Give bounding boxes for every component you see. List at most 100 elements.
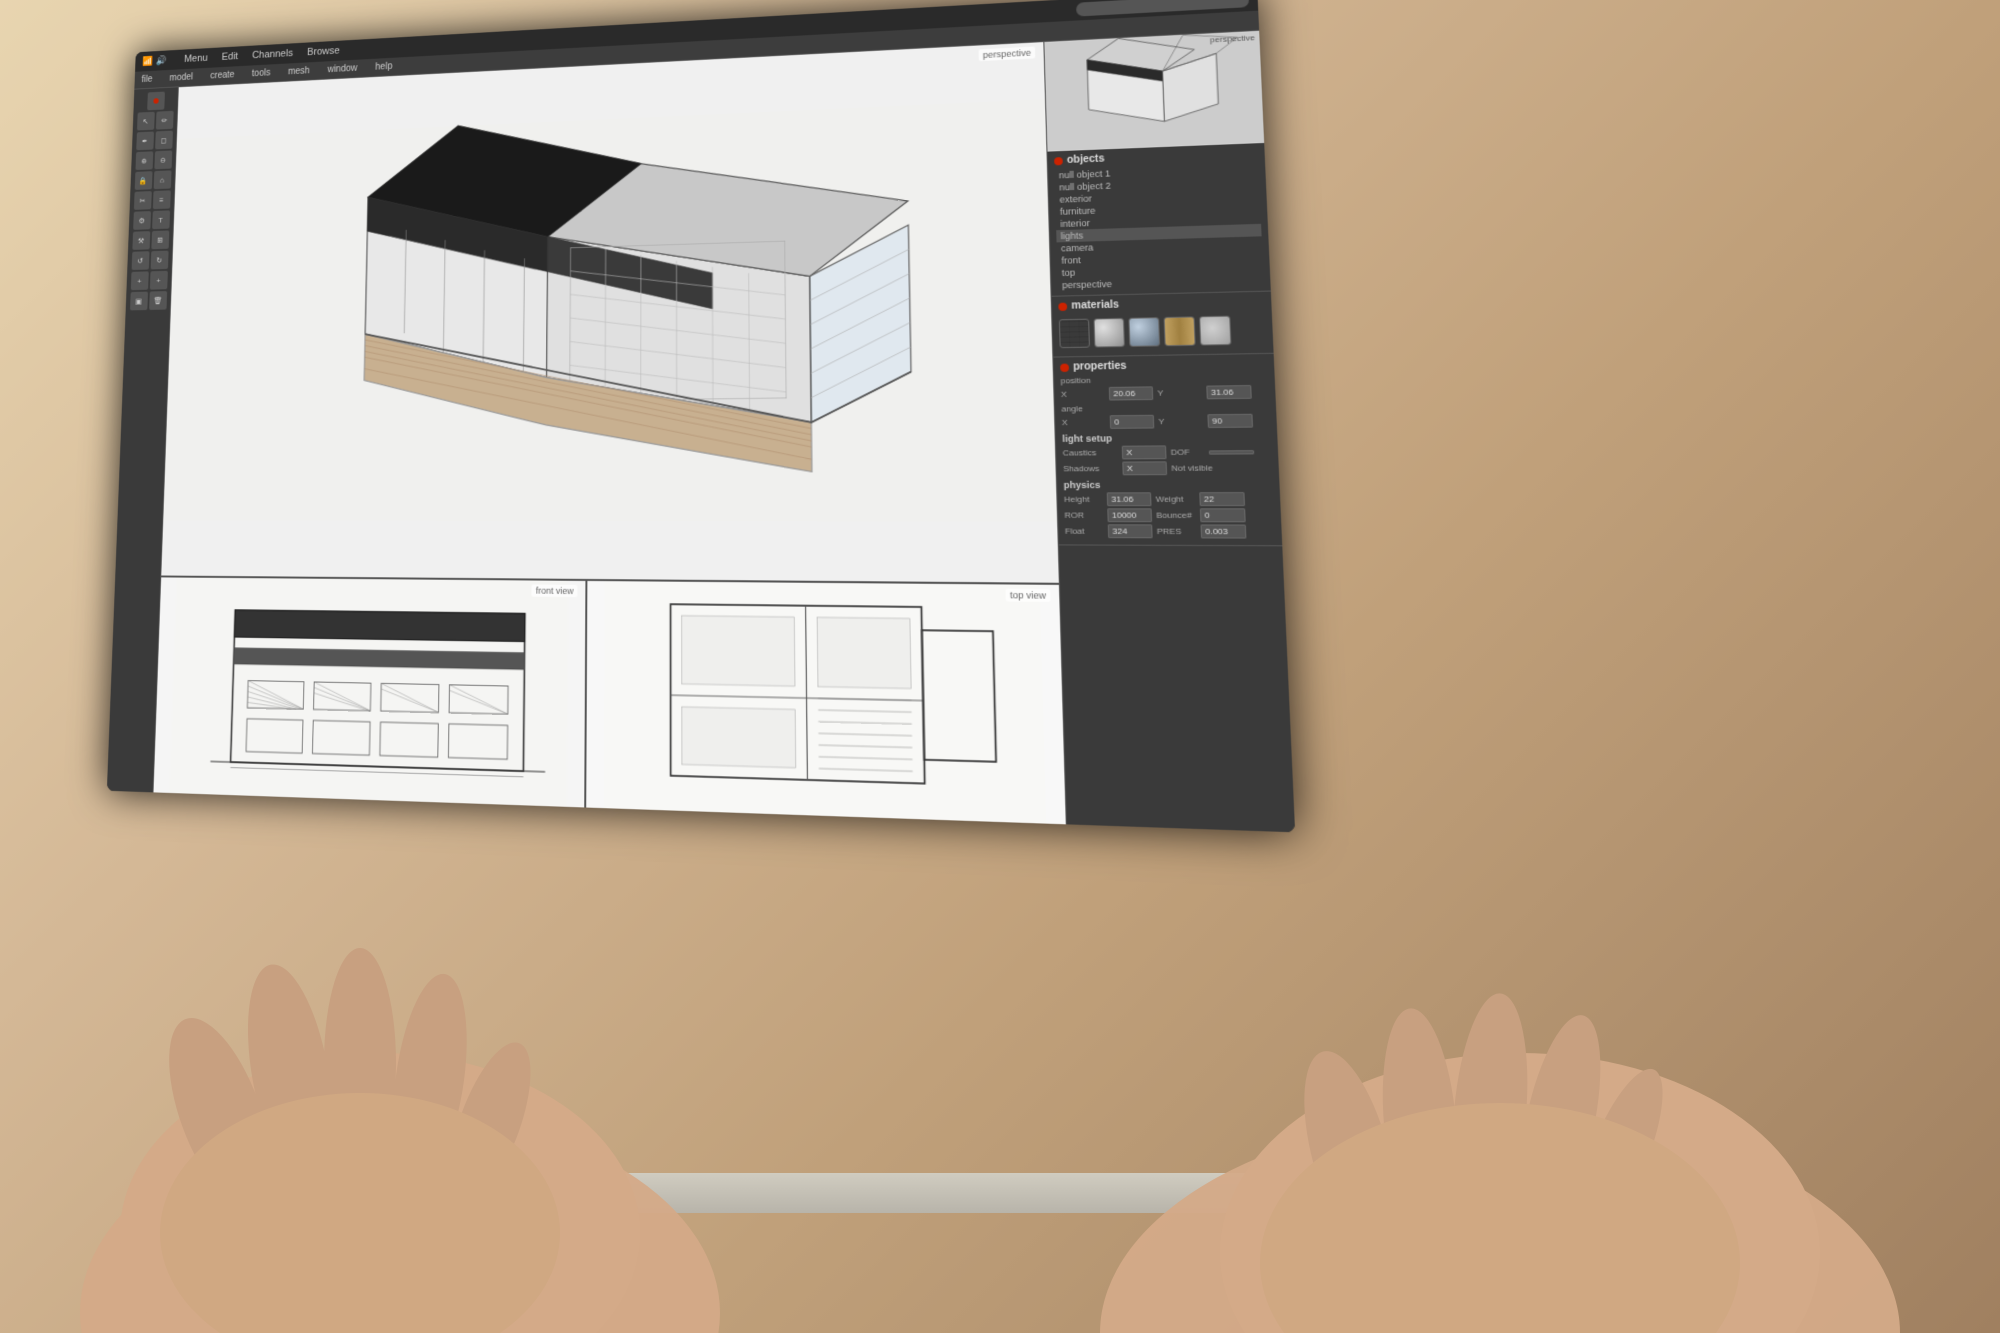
float-value[interactable]: 324 (1108, 524, 1153, 538)
list-tool[interactable]: ≡ (152, 190, 170, 209)
swatch-glass[interactable] (1128, 317, 1160, 347)
pen-tool[interactable]: ✒ (136, 132, 154, 151)
mini-preview: perspective (1044, 31, 1264, 152)
menu-help[interactable]: help (375, 61, 392, 72)
record-button[interactable] (147, 92, 165, 111)
front-view-svg (154, 577, 586, 807)
image-tool[interactable]: ▣ (130, 292, 148, 311)
objects-section: objects null object 1 null object 2 exte… (1048, 143, 1271, 297)
angle-y-label: Y (1158, 416, 1203, 426)
text-tool[interactable]: T (152, 210, 170, 229)
laptop-bottom-bezel (180, 1173, 1380, 1213)
pres-label: PRES (1157, 526, 1197, 536)
physics-row2: ROR 10000 Bounce# 0 (1064, 508, 1274, 522)
materials-swatches (1059, 311, 1267, 353)
ror-label: ROR (1064, 510, 1103, 520)
menu-tools[interactable]: tools (252, 68, 271, 79)
materials-section: materials (1052, 292, 1274, 358)
app-ui: 📶 🔊 Menu Edit Channels Browse file model… (107, 0, 1295, 832)
menu-item-menu[interactable]: Menu (184, 53, 208, 65)
physics-row1: Height 31.06 Weight 22 (1064, 492, 1274, 506)
menu-model[interactable]: model (169, 72, 193, 83)
properties-indicator (1060, 363, 1069, 371)
viewport-area: perspective (154, 42, 1066, 824)
ror-value[interactable]: 10000 (1107, 508, 1152, 522)
materials-header: materials (1058, 296, 1265, 312)
shadows-row: Shadows X Not visible (1063, 461, 1272, 476)
height-value[interactable]: 31.06 (1107, 492, 1152, 506)
menu-window[interactable]: window (327, 63, 357, 75)
cut-tool[interactable]: ✂ (133, 191, 151, 210)
light-setup-header: light setup (1062, 432, 1271, 444)
weight-label: Weight (1156, 494, 1196, 504)
swatch-wood[interactable] (1164, 316, 1196, 346)
materials-indicator (1058, 302, 1067, 310)
shadows-value[interactable]: X (1122, 461, 1167, 475)
viewport-bottom-row: front view (154, 577, 1066, 824)
gear-tool[interactable]: ⚙ (133, 211, 151, 230)
viewport-front[interactable]: front view (154, 577, 588, 807)
shadows-label: Shadows (1063, 464, 1118, 474)
objects-indicator (1054, 157, 1063, 165)
menu-mesh[interactable]: mesh (288, 66, 310, 77)
angle-label: angle (1061, 402, 1269, 414)
caustics-row: Caustics X DOF (1063, 445, 1272, 460)
rotate-tool[interactable]: ↺ (131, 251, 149, 270)
reset-tool[interactable]: ↻ (150, 251, 168, 270)
position-label: position (1060, 373, 1268, 385)
swatch-concrete[interactable] (1199, 316, 1231, 346)
angle-x-label: X (1062, 417, 1106, 427)
swatch-brick[interactable] (1059, 319, 1090, 349)
swatch-metal[interactable] (1093, 318, 1125, 348)
properties-section: properties position X 20.06 Y 31.06 angl… (1053, 354, 1282, 546)
angle-y-value[interactable]: 90 (1207, 414, 1253, 428)
pos-y-label: Y (1157, 388, 1202, 398)
materials-title: materials (1071, 299, 1119, 311)
menu-item-browse[interactable]: Browse (307, 45, 340, 58)
title-bar-icons: 📶 🔊 (142, 55, 167, 66)
shape-tool[interactable]: ◻ (155, 131, 173, 150)
angle-row: X 0 Y 90 (1062, 414, 1270, 430)
properties-header: properties (1060, 358, 1268, 373)
menu-item-channels[interactable]: Channels (252, 48, 293, 61)
edit-tool[interactable]: ✏ (155, 111, 173, 130)
zoom-out-tool[interactable]: ⊖ (154, 150, 172, 169)
grid-tool[interactable]: ⊞ (151, 230, 169, 249)
menu-item-edit[interactable]: Edit (221, 51, 238, 63)
viewport-top[interactable]: top view (586, 581, 1066, 824)
properties-title: properties (1073, 361, 1127, 373)
cursor-tool[interactable]: ↖ (137, 112, 155, 131)
not-visible-label: Not visible (1171, 463, 1228, 473)
pos-x-value[interactable]: 20.06 (1109, 386, 1154, 400)
bounce-value[interactable]: 0 (1200, 508, 1246, 522)
bounce-label: Bounce# (1156, 510, 1196, 520)
viewport-perspective[interactable]: perspective (161, 42, 1059, 585)
move-tool[interactable]: + (130, 271, 148, 290)
building-3d-view (161, 42, 1059, 583)
angle-x-value[interactable]: 0 (1110, 415, 1155, 429)
physics-row3: Float 324 PRES 0.003 (1065, 524, 1275, 538)
top-view-svg (586, 581, 1066, 824)
zoom-in-tool[interactable]: ⊕ (135, 151, 153, 170)
pos-y-value[interactable]: 31.06 (1206, 385, 1252, 399)
pres-value[interactable]: 0.003 (1200, 524, 1246, 538)
physics-header: physics (1064, 479, 1273, 490)
settings-tool[interactable]: ⚒ (132, 231, 150, 250)
menu-create[interactable]: create (210, 70, 234, 81)
sound-icon: 🔊 (156, 55, 167, 65)
right-panel: perspective objects (1043, 31, 1295, 833)
menu-file[interactable]: file (141, 74, 152, 84)
lock-tool[interactable]: 🔒 (134, 171, 152, 190)
caustics-value[interactable]: X (1122, 445, 1167, 459)
weight-value[interactable]: 22 (1199, 492, 1245, 506)
add-tool[interactable]: + (149, 271, 167, 290)
float-label: Float (1065, 526, 1104, 536)
delete-tool[interactable]: 🗑 (149, 291, 167, 310)
dof-value[interactable] (1209, 450, 1254, 455)
pos-x-label: X (1061, 389, 1105, 399)
top-viewport-label: top view (1005, 589, 1050, 602)
dof-label: DOF (1171, 447, 1205, 457)
main-content: ↖ ✏ ✒ ◻ ⊕ ⊖ 🔒 ⌂ ✂ ≡ (107, 31, 1295, 833)
home-tool[interactable]: ⌂ (153, 170, 171, 189)
signal-icon: 📶 (142, 56, 153, 66)
